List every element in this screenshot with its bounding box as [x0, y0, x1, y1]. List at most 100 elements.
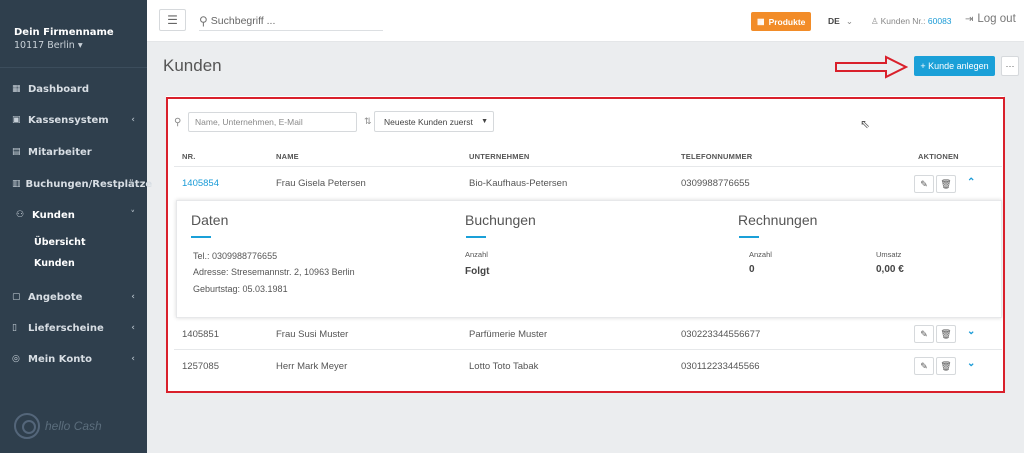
sidebar: Dein Firmenname 10117 Berlin ▾ ▦ Dashboa…	[0, 0, 152, 453]
chevron-up-icon: ⌃	[967, 177, 976, 188]
customer-birthday: Geburtstag: 05.03.1981	[193, 284, 288, 294]
company-name: Dein Firmenname	[14, 27, 114, 38]
grid-icon: ▦	[757, 17, 765, 26]
edit-button[interactable]: ✎	[914, 175, 934, 193]
menu-toggle-button[interactable]: ☰	[159, 9, 186, 31]
trash-icon: 🗑	[940, 328, 952, 339]
more-options-button[interactable]: ···	[1001, 56, 1019, 76]
customer-search-input[interactable]	[188, 112, 357, 132]
invoices-count-label: Anzahl	[749, 250, 772, 259]
sidebar-item-label: Kunden	[32, 209, 75, 221]
chevron-down-icon: ⌄	[967, 326, 976, 337]
customer-company: Parfümerie Muster	[469, 329, 548, 340]
cash-register-icon: ▣	[12, 115, 21, 125]
logout-icon: ⇥	[965, 13, 974, 25]
delete-button[interactable]: 🗑	[936, 357, 956, 375]
sidebar-item-kunden[interactable]: ⚇ Kunden ˅	[0, 202, 147, 228]
chevron-left-icon: ‹	[131, 292, 135, 302]
section-title-buchungen: Buchungen	[465, 212, 536, 228]
global-search-input[interactable]	[210, 14, 371, 27]
edit-button[interactable]: ✎	[914, 357, 934, 375]
sidebar-item-lieferscheine[interactable]: ▯ Lieferscheine ‹	[0, 315, 147, 341]
section-underline	[739, 236, 759, 238]
sidebar-item-label: Dashboard	[28, 83, 89, 95]
customer-phone: 030223344556677	[681, 329, 761, 340]
column-header-actions: AKTIONEN	[918, 152, 959, 161]
customer-nr-value[interactable]: 60083	[928, 16, 952, 26]
logo-icon	[14, 413, 40, 439]
delete-button[interactable]: 🗑	[936, 325, 956, 343]
search-icon: ⚲	[199, 13, 208, 28]
chevron-left-icon: ‹	[131, 115, 135, 125]
customer-phone: 030112233445566	[681, 361, 760, 372]
chevron-down-icon: ⌄	[845, 16, 853, 26]
customer-company: Lotto Toto Tabak	[469, 361, 539, 372]
bookings-icon: ▥	[12, 179, 21, 189]
sidebar-subitem-uebersicht[interactable]: Übersicht	[34, 237, 86, 248]
sort-value: Neueste Kunden zuerst	[384, 116, 473, 127]
dashboard-icon: ▦	[12, 84, 21, 94]
account-icon: ◎	[12, 354, 20, 364]
pencil-icon: ✎	[920, 178, 928, 189]
customer-search: ⚲	[174, 112, 357, 132]
caret-down-icon: ▼	[481, 118, 488, 125]
chevron-left-icon: ‹	[131, 323, 135, 333]
bookings-count-label: Anzahl	[465, 250, 488, 259]
sidebar-item-label: Angebote	[28, 291, 83, 303]
customer-nr[interactable]: 1257085	[182, 361, 219, 372]
offers-icon: ▢	[12, 292, 21, 302]
topbar: ☰ ⚲ ▦ Produkte DE ⌄ ♙Kunden Nr.: 60083 ⇥ …	[147, 0, 1024, 42]
column-header-nr: NR.	[182, 152, 196, 161]
customer-nr-label: Kunden Nr.:	[880, 16, 926, 26]
section-title-daten: Daten	[191, 212, 229, 228]
table-divider	[174, 349, 1002, 350]
section-title-rechnungen: Rechnungen	[738, 212, 818, 228]
invoices-count-value: 0	[749, 264, 755, 275]
sidebar-item-mein-konto[interactable]: ◎ Mein Konto ‹	[0, 346, 147, 372]
sidebar-item-dashboard[interactable]: ▦ Dashboard	[0, 76, 147, 102]
column-header-name: NAME	[276, 152, 299, 161]
sidebar-item-kassensystem[interactable]: ▣ Kassensystem ‹	[0, 107, 147, 133]
section-underline	[466, 236, 486, 238]
section-underline	[191, 236, 211, 238]
sidebar-item-angebote[interactable]: ▢ Angebote ‹	[0, 284, 147, 310]
sidebar-divider	[0, 67, 147, 68]
edit-button[interactable]: ✎	[914, 325, 934, 343]
customer-nr[interactable]: 1405851	[182, 329, 219, 340]
sort-icon: ⇅	[364, 116, 372, 126]
sidebar-subitem-kunden[interactable]: Kunden	[34, 258, 75, 269]
revenue-value: 0,00 €	[876, 264, 904, 275]
language-dropdown[interactable]: DE ⌄	[828, 16, 853, 27]
column-header-company: UNTERNEHMEN	[469, 152, 530, 161]
customer-detail-panel	[176, 200, 1002, 318]
sidebar-item-label: Mitarbeiter	[28, 146, 92, 158]
user-icon: ♙	[871, 16, 879, 26]
sidebar-item-buchungen[interactable]: ▥ Buchungen/Restplätze ‹	[0, 171, 152, 197]
logout-label: Log out	[977, 13, 1016, 25]
logout-button[interactable]: ⇥ Log out	[965, 13, 1016, 25]
pencil-icon: ✎	[920, 328, 928, 339]
add-customer-button[interactable]: + Kunde anlegen	[914, 56, 995, 76]
products-button[interactable]: ▦ Produkte	[751, 12, 812, 31]
global-search: ⚲	[199, 11, 383, 31]
sort-select[interactable]: Neueste Kunden zuerst ▼	[374, 111, 494, 132]
customer-nr-link[interactable]: 1405854	[182, 178, 219, 189]
table-divider	[174, 166, 1002, 167]
company-city-dropdown[interactable]: 10117 Berlin ▾	[14, 40, 83, 51]
customers-icon: ⚇	[16, 210, 25, 220]
collapse-row-button[interactable]: ⌃	[967, 177, 975, 188]
page-title: Kunden	[163, 56, 222, 75]
delete-button[interactable]: 🗑	[936, 175, 956, 193]
column-header-phone: TELEFONNUMMER	[681, 152, 753, 161]
chevron-down-icon: ⌄	[967, 358, 976, 369]
employees-icon: ▤	[12, 147, 21, 157]
hamburger-icon: ☰	[167, 13, 178, 27]
chevron-down-icon: ˅	[130, 210, 136, 220]
customer-number: ♙ Kunden Nr.: 60083	[871, 16, 952, 27]
sidebar-item-mitarbeiter[interactable]: ▤ Mitarbeiter	[0, 139, 147, 165]
expand-row-button[interactable]: ⌄	[967, 326, 975, 337]
chevron-left-icon: ‹	[131, 179, 135, 189]
logo-text: hello Cash	[45, 419, 102, 433]
expand-row-button[interactable]: ⌄	[967, 358, 975, 369]
chevron-left-icon: ‹	[131, 354, 135, 364]
